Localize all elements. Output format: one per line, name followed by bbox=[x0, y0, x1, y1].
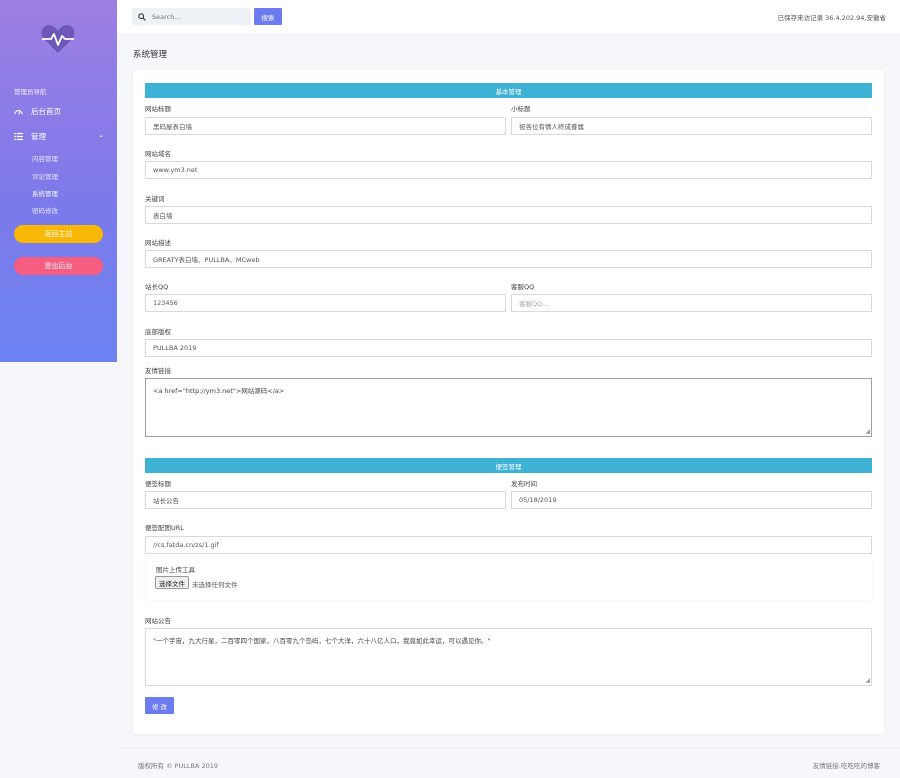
image-url-label: 便签配图URL bbox=[145, 524, 184, 532]
keywords-field[interactable]: 表白墙 bbox=[145, 206, 872, 224]
upload-tool: 图片上传工具 选择文件 未选择任何文件 bbox=[145, 558, 872, 600]
choose-file-button[interactable]: 选择文件 bbox=[155, 576, 189, 589]
links-textarea[interactable]: <a href="http://ym3.net">网站源码</a> ◢ bbox=[145, 378, 872, 437]
publish-time-field[interactable]: 05/18/2019 bbox=[511, 491, 872, 509]
settings-card: 基本管理 网站标题 黑码屋表白墙 小标题 祝各位有情人终成眷属 网站域名 www… bbox=[133, 70, 884, 734]
sidebar-item-label: 管理 bbox=[31, 132, 46, 141]
upload-title: 图片上传工具 bbox=[156, 566, 195, 574]
footer-copyright: 版权所有 © PULLBA 2019 bbox=[138, 762, 219, 770]
page-title: 系统管理 bbox=[133, 50, 168, 60]
nav-title: 管理员导航 bbox=[14, 88, 47, 96]
service-qq-label: 客服QQ bbox=[511, 283, 535, 291]
footer-divider bbox=[117, 748, 900, 749]
announcement-label: 网站公告 bbox=[145, 617, 171, 625]
resize-handle-icon[interactable]: ◢ bbox=[865, 677, 870, 684]
dashboard-icon bbox=[14, 110, 23, 115]
return-home-button[interactable]: 返回主站 bbox=[14, 225, 103, 243]
copyright-label: 底部版权 bbox=[145, 328, 171, 336]
search-input[interactable] bbox=[152, 12, 247, 21]
announcement-textarea[interactable]: "一个宇宙，九大行星，二百零四个国家，八百零九个岛屿，七个大洋，六十八亿人口，我… bbox=[145, 628, 872, 686]
description-label: 网站描述 bbox=[145, 239, 171, 247]
image-url-field[interactable]: //cs.fatda.cn/zs/1.gif bbox=[145, 536, 872, 554]
sidebar-subitem-password[interactable]: 密码修改 bbox=[32, 205, 58, 215]
visit-info: 已保存来访记录 36.4.202.94,安徽省 bbox=[777, 14, 886, 22]
publish-time-label: 发布时间 bbox=[511, 480, 537, 488]
site-title-field[interactable]: 黑码屋表白墙 bbox=[145, 117, 506, 135]
service-qq-field[interactable]: 客服QQ... bbox=[511, 294, 872, 312]
notice-title-label: 便签标题 bbox=[145, 480, 171, 488]
site-title-label: 网站标题 bbox=[145, 105, 171, 113]
sidebar-subitem-comments[interactable]: 评论管理 bbox=[32, 171, 58, 181]
section-bar-notice: 便签管理 bbox=[145, 458, 872, 473]
subtitle-label: 小标题 bbox=[511, 105, 531, 113]
domain-label: 网站域名 bbox=[145, 150, 171, 158]
subtitle-field[interactable]: 祝各位有情人终成眷属 bbox=[511, 117, 872, 135]
sidebar-item-home[interactable]: 后台首页 bbox=[14, 106, 61, 117]
description-field[interactable]: GREATY表白墙、PULLBA、MCweb bbox=[145, 250, 872, 268]
copyright-field[interactable]: PULLBA 2019 bbox=[145, 339, 872, 357]
links-label: 友情链接 bbox=[145, 367, 171, 375]
sidebar-subitem-content[interactable]: 内容管理 bbox=[32, 153, 58, 163]
sidebar-item-manage[interactable]: 管理 ⌄ bbox=[14, 131, 104, 142]
domain-field[interactable]: www.ym3.net bbox=[145, 161, 872, 179]
owner-qq-field[interactable]: 123456 bbox=[145, 294, 506, 312]
sidebar-subitem-system[interactable]: 系统管理 bbox=[32, 188, 58, 198]
resize-handle-icon[interactable]: ◢ bbox=[865, 428, 870, 435]
list-icon bbox=[14, 132, 23, 141]
search-button[interactable]: 搜索 bbox=[254, 8, 282, 25]
sidebar: 管理员导航 后台首页 管理 ⌄ 内容管理 评论管理 系统管理 密码修改 返回主站… bbox=[0, 0, 117, 362]
topbar: 搜索 已保存来访记录 36.4.202.94,安徽省 bbox=[117, 0, 900, 33]
sidebar-item-label: 后台首页 bbox=[31, 107, 61, 116]
submit-button[interactable]: 修 改 bbox=[145, 697, 174, 714]
footer-links[interactable]: 友情链接:吃吃吃的博客 bbox=[813, 760, 880, 770]
section-bar-basic: 基本管理 bbox=[145, 83, 872, 98]
search-icon bbox=[138, 12, 146, 21]
keywords-label: 关键词 bbox=[145, 195, 165, 203]
heart-pulse-icon bbox=[41, 25, 75, 53]
logout-button[interactable]: 登出后台 bbox=[14, 257, 103, 275]
chevron-down-icon: ⌄ bbox=[98, 131, 104, 139]
announcement-textarea-value: "一个宇宙，九大行星，二百零四个国家，八百零九个岛屿，七个大洋，六十八亿人口，我… bbox=[153, 637, 491, 645]
notice-title-field[interactable]: 站长公告 bbox=[145, 491, 506, 509]
file-status: 未选择任何文件 bbox=[192, 581, 238, 589]
links-textarea-value: <a href="http://ym3.net">网站源码</a> bbox=[153, 387, 285, 395]
owner-qq-label: 站长QQ bbox=[145, 283, 169, 291]
search-box bbox=[132, 8, 251, 25]
